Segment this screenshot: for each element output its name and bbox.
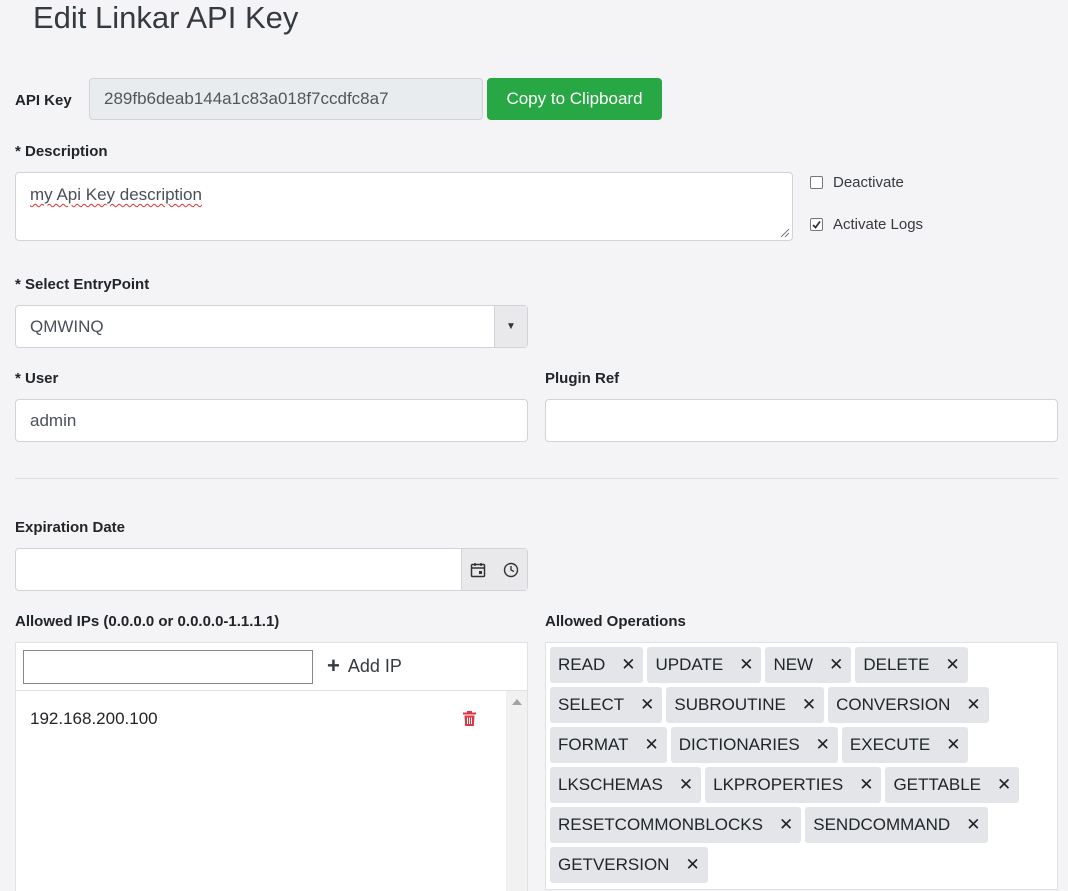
entrypoint-select[interactable]: QMWINQ ▼ [15,305,528,348]
operation-tag: DELETE ✕ [855,647,968,683]
allowed-ips-panel: + Add IP 192.168.200.100 [15,642,528,891]
operation-tag: LKSCHEMAS ✕ [550,767,702,803]
remove-tag-icon[interactable]: ✕ [679,775,693,795]
dropdown-arrow-icon[interactable]: ▼ [494,306,527,347]
operation-tag: GETVERSION ✕ [550,847,708,883]
clock-icon[interactable] [494,549,527,590]
allowed-operations-panel: READ ✕ UPDATE ✕ NEW ✕ DELETE ✕ SELECT ✕ SUBROUTINE… [545,642,1058,890]
operation-tag-label: READ [558,655,606,674]
deactivate-checkbox-box[interactable] [810,176,823,189]
deactivate-checkbox[interactable]: Deactivate [810,174,904,191]
expiration-date-label: Expiration Date [15,519,126,536]
remove-tag-icon[interactable]: ✕ [997,775,1011,795]
copy-to-clipboard-button[interactable]: Copy to Clipboard [487,78,662,120]
remove-tag-icon[interactable]: ✕ [685,855,699,875]
operation-tag: SENDCOMMAND ✕ [805,807,989,843]
entrypoint-label: * Select EntryPoint [15,276,150,293]
operation-tag: NEW ✕ [765,647,852,683]
operation-tag-label: LKSCHEMAS [558,775,663,794]
ip-list: 192.168.200.100 [16,690,527,891]
operation-tag-label: DICTIONARIES [678,735,800,754]
remove-tag-icon[interactable]: ✕ [966,815,980,835]
remove-tag-icon[interactable]: ✕ [640,695,654,715]
page-title: Edit Linkar API Key [33,0,299,35]
operation-tag: UPDATE ✕ [647,647,762,683]
activate-logs-checkbox-box[interactable] [810,218,823,231]
remove-tag-icon[interactable]: ✕ [816,735,830,755]
plugin-ref-input[interactable] [545,399,1058,442]
resize-grip-icon[interactable] [780,228,790,238]
operation-tag: DICTIONARIES ✕ [670,727,838,763]
entrypoint-value: QMWINQ [30,316,104,336]
ip-list-scrollbar[interactable] [506,691,527,891]
user-input[interactable]: admin [15,399,528,442]
operation-tag: EXECUTE ✕ [841,727,969,763]
add-ip-label: Add IP [347,655,402,676]
scroll-up-arrow-icon[interactable] [512,699,522,705]
checkmark-icon [812,220,821,229]
operation-tag: SELECT ✕ [550,687,663,723]
operation-tag: RESETCOMMONBLOCKS ✕ [550,807,802,843]
ip-input[interactable] [23,650,313,684]
description-textarea[interactable]: my Api Key description [15,172,793,241]
api-key-field[interactable]: 289fb6deab144a1c83a018f7ccdfc8a7 [89,78,483,120]
description-label: * Description [15,143,108,160]
description-text: my Api Key description [30,185,202,204]
activate-logs-label: Activate Logs [833,216,924,233]
operation-tag: FORMAT ✕ [550,727,667,763]
remove-tag-icon[interactable]: ✕ [645,735,659,755]
remove-tag-icon[interactable]: ✕ [621,655,635,675]
trash-icon[interactable] [463,711,476,731]
remove-tag-icon[interactable]: ✕ [739,655,753,675]
api-key-label: API Key [15,92,72,109]
operations-tag-list: READ ✕ UPDATE ✕ NEW ✕ DELETE ✕ SELECT ✕ SUBROUTINE… [550,647,1053,887]
user-label: * User [15,370,59,387]
operation-tag-label: EXECUTE [849,735,931,754]
divider [15,478,1058,479]
operation-tag-label: GETTABLE [893,775,981,794]
allowed-ips-label: Allowed IPs (0.0.0.0 or 0.0.0.0-1.1.1.1) [15,613,280,630]
operation-tag-label: LKPROPERTIES [713,775,844,794]
remove-tag-icon[interactable]: ✕ [966,695,980,715]
remove-tag-icon[interactable]: ✕ [946,655,960,675]
plus-icon: + [327,653,340,678]
operation-tag-label: UPDATE [655,655,724,674]
operation-tag: GETTABLE ✕ [885,767,1020,803]
operation-tag-label: RESETCOMMONBLOCKS [558,815,763,834]
remove-tag-icon[interactable]: ✕ [779,815,793,835]
operation-tag: SUBROUTINE ✕ [666,687,825,723]
operation-tag-label: SENDCOMMAND [813,815,951,834]
calendar-icon[interactable] [461,549,494,590]
operation-tag: CONVERSION ✕ [828,687,989,723]
allowed-operations-label: Allowed Operations [545,613,686,630]
activate-logs-checkbox[interactable]: Activate Logs [810,216,923,233]
deactivate-label: Deactivate [833,174,904,191]
operation-tag-label: SELECT [558,695,625,714]
remove-tag-icon[interactable]: ✕ [829,655,843,675]
remove-tag-icon[interactable]: ✕ [859,775,873,795]
remove-tag-icon[interactable]: ✕ [946,735,960,755]
add-ip-button[interactable]: + Add IP [327,655,402,677]
remove-tag-icon[interactable]: ✕ [802,695,816,715]
ip-list-item: 192.168.200.100 [30,709,158,728]
plugin-ref-label: Plugin Ref [545,370,620,387]
operation-tag-label: CONVERSION [836,695,951,714]
operation-tag-label: DELETE [863,655,930,674]
expiration-date-input[interactable] [15,548,528,591]
operation-tag: READ ✕ [550,647,644,683]
operation-tag-label: SUBROUTINE [674,695,786,714]
operation-tag-label: NEW [773,655,814,674]
operation-tag-label: FORMAT [558,735,629,754]
operation-tag-label: GETVERSION [558,855,670,874]
operation-tag: LKPROPERTIES ✕ [705,767,882,803]
